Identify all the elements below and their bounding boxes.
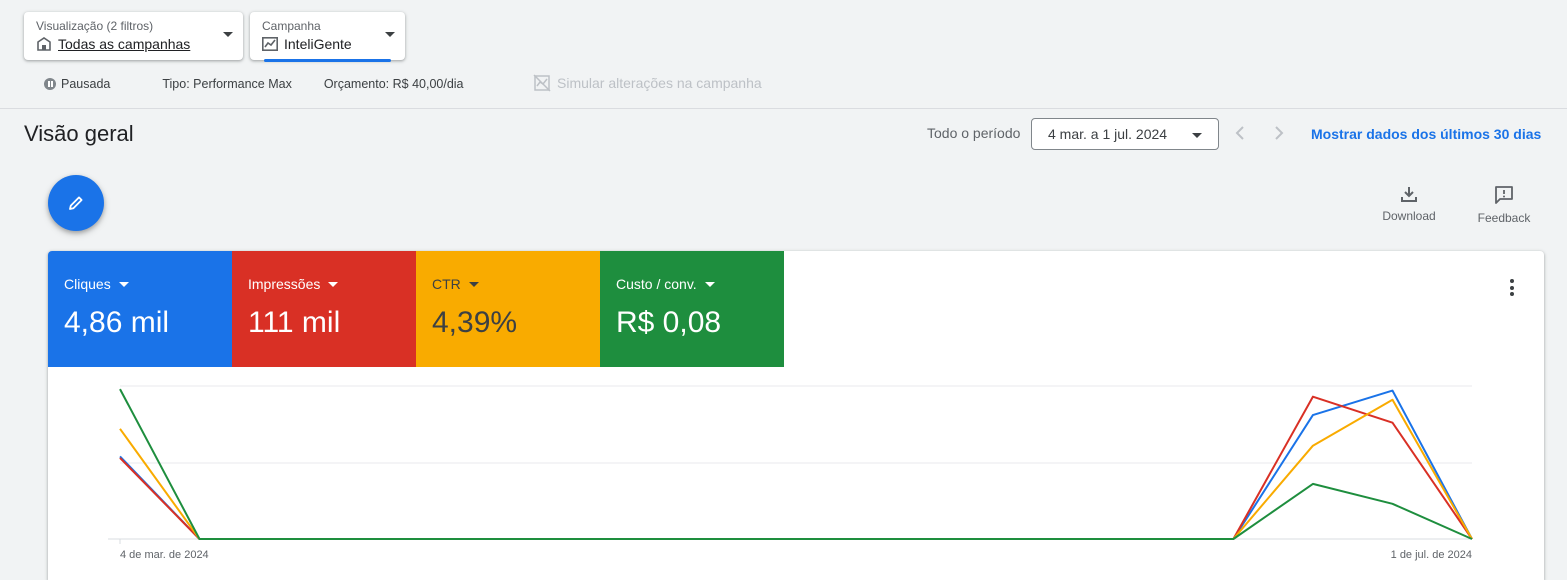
- feedback-button[interactable]: Feedback: [1469, 184, 1539, 225]
- simulate-changes-link[interactable]: Simular alterações na campanha: [533, 74, 762, 92]
- metric-name: Impressões: [248, 276, 321, 292]
- metric-name-row: CTR: [432, 276, 479, 292]
- campaign-status: Pausada: [61, 77, 111, 91]
- metric-dropdown-icon: [328, 281, 339, 287]
- view-filter-value-row: Todas as campanhas: [36, 36, 190, 52]
- campaign-selector-label: Campanha: [262, 19, 321, 33]
- view-filter-value: Todas as campanhas: [58, 36, 191, 52]
- metric-name-row: Impressões: [248, 276, 339, 292]
- campaign-type: Tipo: Performance Max: [162, 77, 291, 91]
- pencil-icon: [69, 196, 83, 210]
- view-filter-dropdown-icon: [223, 32, 233, 37]
- campaign-status-line: Pausada Tipo: Performance Max Orçamento:…: [44, 77, 464, 91]
- more-options-icon[interactable]: [1508, 279, 1516, 297]
- metric-value: 4,86 mil: [64, 306, 170, 339]
- download-icon: [1401, 187, 1417, 202]
- campaign-budget-value: R$ 40,00/dia: [392, 77, 464, 91]
- date-range-value: 4 mar. a 1 jul. 2024: [1048, 126, 1168, 142]
- metric-tile-ctr[interactable]: CTR 4,39%: [416, 251, 600, 367]
- metric-tile-impressions[interactable]: Impressões 111 mil: [232, 251, 416, 367]
- feedback-label: Feedback: [1477, 211, 1531, 225]
- simulate-chart-off-icon: [533, 74, 551, 92]
- store-icon: [37, 37, 51, 51]
- series-layer: [119, 388, 1473, 540]
- previous-period-icon[interactable]: [1230, 123, 1250, 143]
- metric-tile-clicks[interactable]: Cliques 4,86 mil: [48, 251, 232, 367]
- metric-value: R$ 0,08: [616, 306, 722, 339]
- feedback-icon: [1495, 186, 1513, 204]
- campaign-active-indicator: [264, 59, 391, 62]
- header-divider: [0, 108, 1567, 109]
- download-label: Download: [1382, 209, 1436, 223]
- date-range-dropdown-icon: [1192, 133, 1202, 138]
- campaign-budget: Orçamento: R$ 40,00/dia: [324, 77, 464, 91]
- metric-name: Custo / conv.: [616, 276, 697, 292]
- campaign-type-label: Tipo:: [162, 77, 190, 91]
- metric-value: 111 mil: [248, 306, 341, 339]
- metric-value: 4,39%: [432, 306, 518, 339]
- metric-name: CTR: [432, 276, 461, 292]
- x-axis-end-label: 1 de jul. de 2024: [1391, 549, 1472, 561]
- view-filter-label: Visualização (2 filtros): [36, 19, 154, 33]
- series-line-cliques: [119, 389, 1473, 540]
- campaign-selector[interactable]: Campanha InteliGente: [250, 12, 405, 62]
- campaign-selector-value-row: InteliGente: [262, 36, 352, 52]
- x-axis-start-label: 4 de mar. de 2024: [120, 549, 209, 561]
- show-last-30-days-link[interactable]: Mostrar dados dos últimos 30 dias: [1311, 126, 1541, 142]
- next-period-icon[interactable]: [1269, 123, 1289, 143]
- campaign-selector-value: InteliGente: [284, 36, 352, 52]
- view-filter-selector[interactable]: Visualização (2 filtros) Todas as campan…: [24, 12, 243, 60]
- metric-name-row: Cliques: [64, 276, 129, 292]
- trending-icon: [262, 37, 278, 51]
- performance-card: Cliques 4,86 mil Impressões 111 mil CTR …: [48, 251, 1544, 580]
- campaign-budget-label: Orçamento:: [323, 77, 390, 91]
- metric-name: Cliques: [64, 276, 111, 292]
- series-line-custo-conv-: [119, 388, 1473, 540]
- metric-dropdown-icon: [118, 281, 129, 287]
- date-range-picker[interactable]: 4 mar. a 1 jul. 2024: [1031, 118, 1219, 150]
- series-line-ctr: [119, 398, 1473, 540]
- series-line-impress-es: [119, 395, 1473, 540]
- campaign-type-value: Performance Max: [193, 77, 292, 91]
- download-button[interactable]: Download: [1374, 184, 1444, 223]
- edit-overview-button[interactable]: [48, 175, 104, 231]
- metric-dropdown-icon: [704, 281, 715, 287]
- page-title: Visão geral: [24, 121, 134, 146]
- campaign-dropdown-icon: [385, 32, 395, 37]
- performance-line-chart: 4 de mar. de 2024 1 de jul. de 2024: [108, 385, 1473, 561]
- simulate-changes-label: Simular alterações na campanha: [557, 75, 762, 91]
- metric-tile-cost-per-conv[interactable]: Custo / conv. R$ 0,08: [600, 251, 784, 367]
- metric-name-row: Custo / conv.: [616, 276, 715, 292]
- period-label: Todo o período: [927, 125, 1021, 141]
- metric-dropdown-icon: [468, 281, 479, 287]
- paused-icon: [44, 78, 56, 90]
